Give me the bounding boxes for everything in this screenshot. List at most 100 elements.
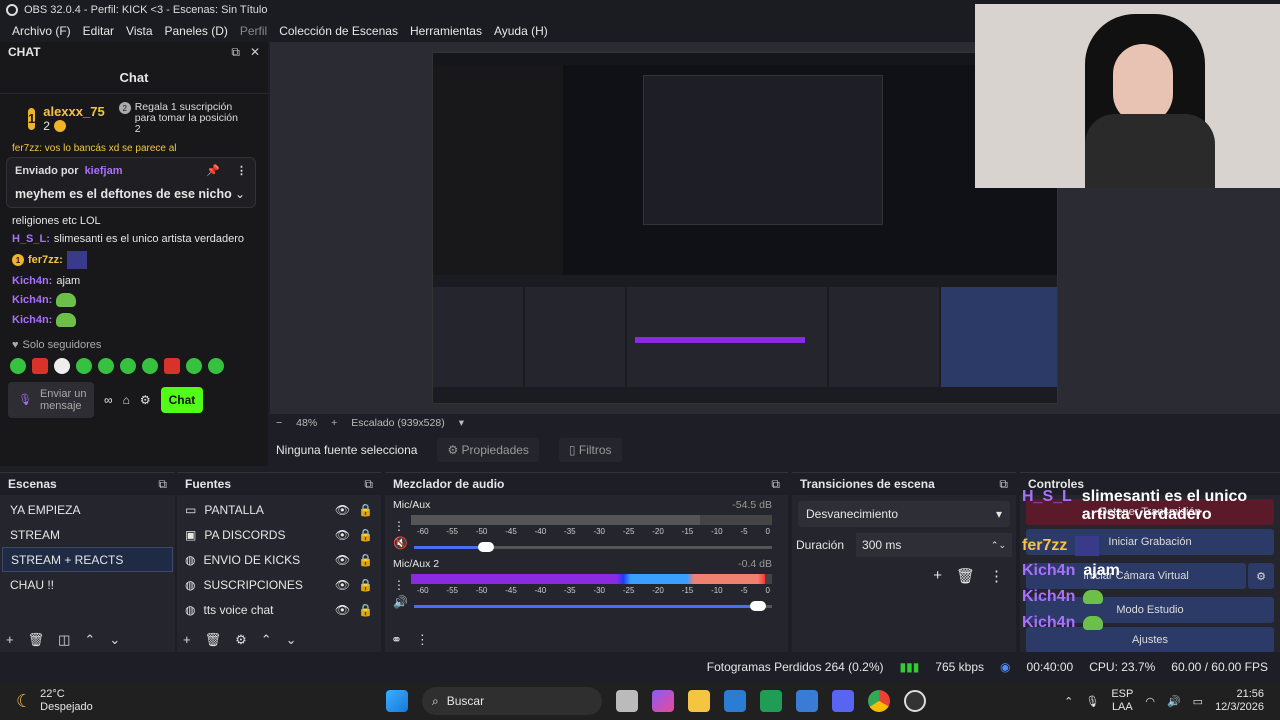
source-item[interactable]: ◍ tts voice chat 👁 🔒 [179, 597, 379, 622]
infinity-icon[interactable]: ∞ [104, 393, 113, 407]
message-user[interactable]: H_S_L: [12, 233, 50, 245]
taskbar-search[interactable]: ⌕ Buscar [422, 687, 602, 715]
emote-icon[interactable] [186, 358, 202, 374]
menu-scene-collection[interactable]: Colección de Escenas [273, 24, 404, 38]
more-icon[interactable]: ⋮ [416, 632, 429, 648]
scene-item-selected[interactable]: STREAM + REACTS [2, 547, 173, 572]
menu-tools[interactable]: Herramientas [404, 24, 488, 38]
undock-icon[interactable]: ⧉ [364, 477, 373, 492]
close-icon[interactable]: ✕ [250, 45, 260, 60]
emote-icon[interactable] [32, 358, 48, 374]
store-icon[interactable]: ⌂ [123, 393, 130, 407]
menu-view[interactable]: Vista [120, 24, 158, 38]
chevron-down-icon[interactable]: ⌄ [235, 187, 245, 201]
discord-icon[interactable] [832, 690, 854, 712]
eye-icon[interactable]: 👁 [335, 528, 350, 542]
slider-handle[interactable] [477, 541, 494, 552]
filters-button[interactable]: ▯ Filtros [558, 438, 622, 462]
add-icon[interactable]: + [6, 632, 14, 648]
chat-input[interactable]: 🎙 Enviar un mensaje [8, 382, 94, 418]
chevron-down-icon[interactable]: ▾ [459, 417, 464, 429]
lock-icon[interactable]: 🔒 [358, 553, 373, 567]
scene-item[interactable]: CHAU !! [2, 572, 173, 597]
file-explorer-icon[interactable] [688, 690, 710, 712]
speaker-icon[interactable]: 🔊 [393, 595, 408, 609]
clock[interactable]: 21:56 12/3/2026 [1215, 688, 1264, 714]
message-user[interactable]: Kich4n: [12, 275, 52, 287]
more-icon[interactable]: ⋮ [393, 519, 405, 533]
menu-help[interactable]: Ayuda (H) [488, 24, 554, 38]
word-icon[interactable] [724, 690, 746, 712]
leader-name[interactable]: alexxx_75 [43, 104, 104, 119]
eye-icon[interactable]: 👁 [335, 603, 350, 617]
menu-profile[interactable]: Perfil [234, 24, 273, 38]
zoom-level[interactable]: 48% [296, 417, 317, 429]
eye-icon[interactable]: 👁 [335, 578, 350, 592]
muted-speaker-icon[interactable]: 🔇 [393, 536, 408, 550]
eye-icon[interactable]: 👁 [335, 553, 350, 567]
emote-icon[interactable] [120, 358, 136, 374]
lock-icon[interactable]: 🔒 [358, 578, 373, 592]
message-user[interactable]: fer7zz: [28, 254, 63, 266]
more-icon[interactable]: ⋮ [393, 578, 405, 592]
filter-icon[interactable]: ◫ [58, 632, 70, 648]
move-down-icon[interactable]: ⌄ [109, 632, 120, 648]
emote-icon[interactable] [142, 358, 158, 374]
volume-icon[interactable]: 🔊 [1167, 695, 1181, 708]
emote-icon[interactable] [164, 358, 180, 374]
lock-icon[interactable]: 🔒 [358, 503, 373, 517]
pinned-user[interactable]: kiefjam [85, 165, 123, 177]
battery-icon[interactable]: ▭ [1193, 695, 1203, 708]
duration-input[interactable]: 300 ms ⌃⌄ [856, 533, 1012, 557]
menu-docks[interactable]: Paneles (D) [159, 24, 234, 38]
trash-icon[interactable]: 🗑 [205, 632, 222, 648]
chrome-icon[interactable] [868, 690, 890, 712]
emote-icon[interactable] [10, 358, 26, 374]
menu-file[interactable]: Archivo (F) [6, 24, 77, 38]
trash-icon[interactable]: 🗑 [956, 567, 975, 585]
message-user[interactable]: Kich4n: [12, 294, 52, 306]
store-icon[interactable] [796, 690, 818, 712]
source-item[interactable]: ◍ ENVIO DE KICKS 👁 🔒 [179, 547, 379, 572]
excel-icon[interactable] [760, 690, 782, 712]
source-item[interactable]: ▣ PA DISCORDS 👁 🔒 [179, 522, 379, 547]
source-item[interactable]: ▭ PANTALLA 👁 🔒 [179, 497, 379, 522]
language-indicator[interactable]: ESP LAA [1111, 688, 1133, 714]
volume-slider[interactable] [413, 541, 772, 552]
move-up-icon[interactable]: ⌃ [84, 632, 95, 648]
obs-icon[interactable] [904, 690, 926, 712]
emote-icon[interactable] [208, 358, 224, 374]
stepper-icon[interactable]: ⌃⌄ [991, 540, 1006, 551]
undock-icon[interactable]: ⧉ [999, 477, 1008, 492]
link-icon[interactable]: ⚭ [391, 632, 402, 648]
scene-item[interactable]: STREAM [2, 522, 173, 547]
gear-icon[interactable]: ⚙ [235, 632, 247, 648]
mic-icon[interactable]: 🎙 [1085, 695, 1099, 708]
weather-widget[interactable]: ☾ 22°C Despejado [0, 688, 300, 714]
gear-icon[interactable]: ⚙ [140, 393, 151, 407]
emote-icon[interactable] [98, 358, 114, 374]
trash-icon[interactable]: 🗑 [28, 632, 45, 648]
copilot-icon[interactable] [652, 690, 674, 712]
lock-icon[interactable]: 🔒 [358, 528, 373, 542]
menu-edit[interactable]: Editar [77, 24, 120, 38]
undock-icon[interactable]: ⧉ [158, 477, 167, 492]
add-icon[interactable]: + [933, 567, 942, 585]
message-user[interactable]: Kich4n: [12, 314, 52, 326]
emote-icon[interactable] [76, 358, 92, 374]
send-chat-button[interactable]: Chat [160, 387, 204, 413]
gift-text[interactable]: Regala 1 suscripción para tomar la posic… [135, 102, 245, 135]
transition-select[interactable]: Desvanecimiento ▾ [798, 501, 1010, 527]
emote-icon[interactable] [54, 358, 70, 374]
move-down-icon[interactable]: ⌄ [286, 632, 297, 648]
pin-icon[interactable]: 📌 [206, 164, 220, 177]
move-up-icon[interactable]: ⌃ [261, 632, 272, 648]
wifi-icon[interactable]: ◠ [1145, 695, 1155, 708]
scale-select[interactable]: Escalado (939x528) [351, 417, 444, 429]
volume-slider[interactable] [413, 600, 772, 611]
zoom-out-button[interactable]: − [276, 417, 282, 429]
source-item[interactable]: ◍ SUSCRIPCIONES 👁 🔒 [179, 572, 379, 597]
eye-icon[interactable]: 👁 [335, 503, 350, 517]
scene-item[interactable]: YA EMPIEZA [2, 497, 173, 522]
add-icon[interactable]: + [183, 632, 191, 648]
